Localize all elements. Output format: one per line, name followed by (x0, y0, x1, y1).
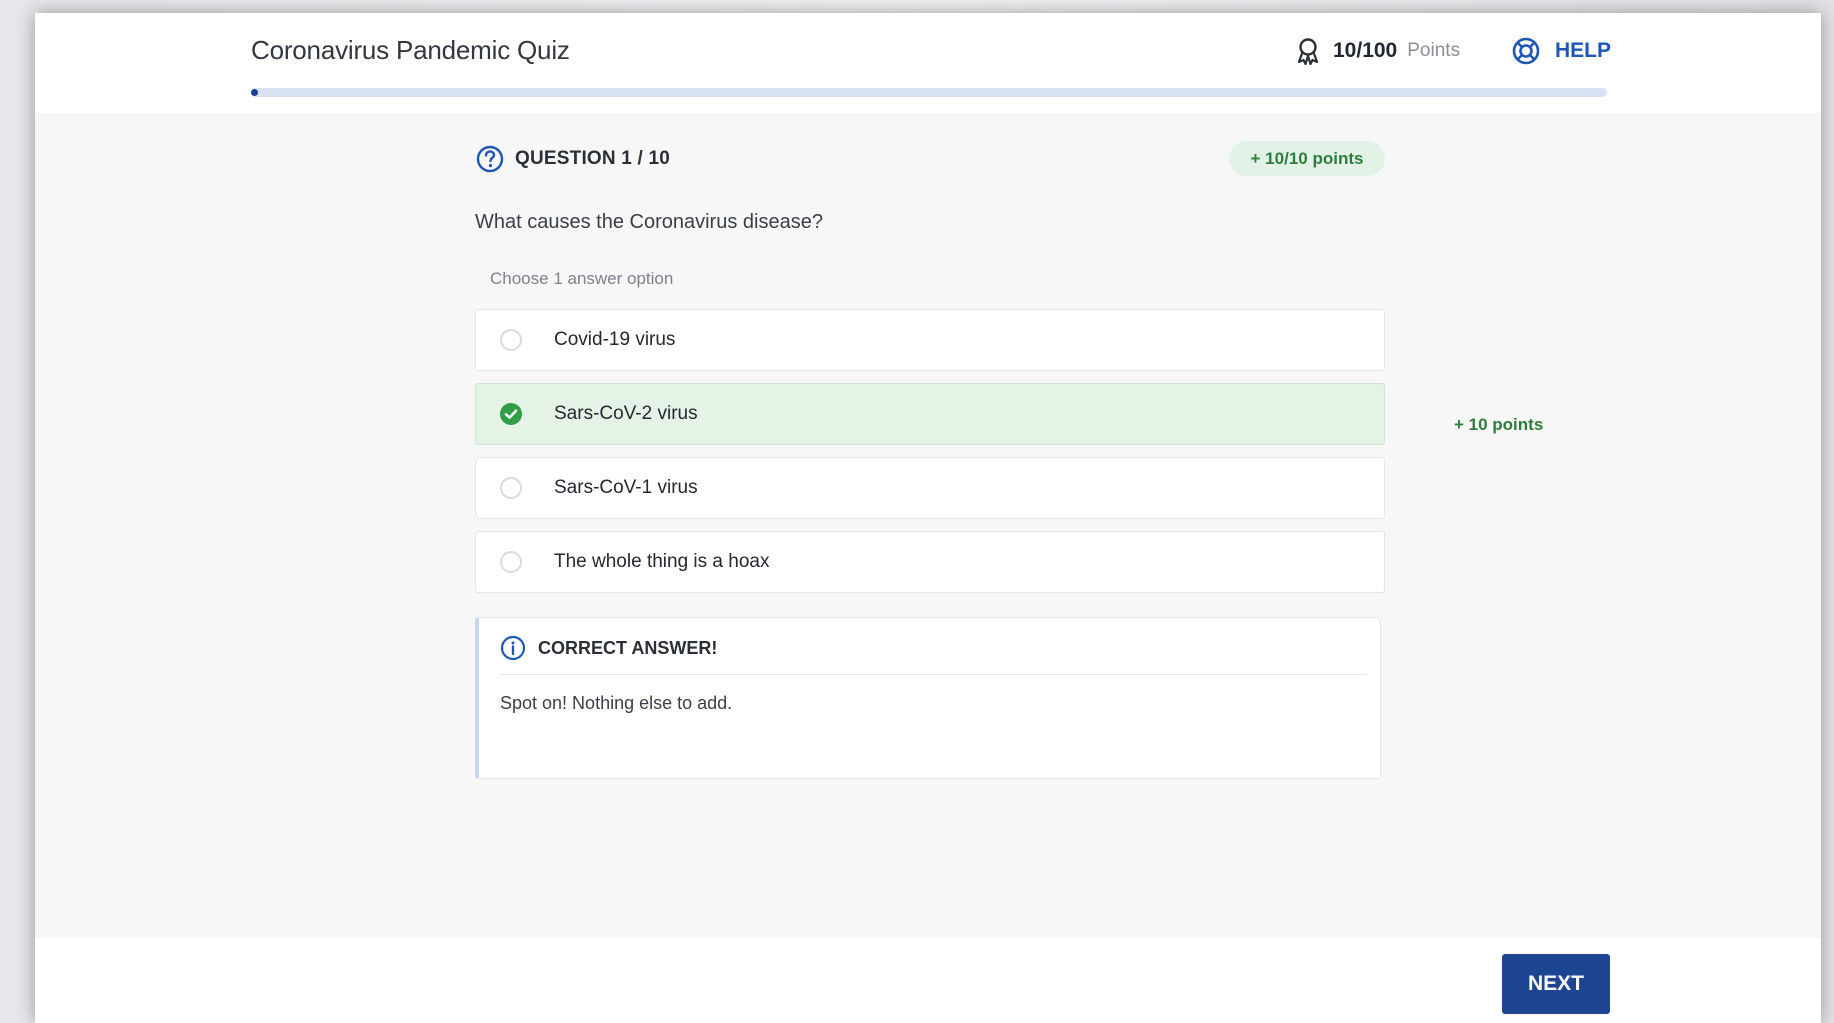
next-button[interactable]: NEXT (1502, 954, 1610, 1014)
answer-option-label: Sars-CoV-2 virus (554, 403, 698, 424)
progress-bar (251, 88, 1607, 97)
earned-points-label: + 10 points (1454, 415, 1544, 434)
question-counter: QUESTION 1 / 10 (515, 148, 671, 169)
answer-option-label: The whole thing is a hoax (554, 551, 770, 572)
footer: NEXT (35, 938, 1821, 1023)
question-text: What causes the Coronavirus disease? (475, 211, 823, 233)
feedback-panel: CORRECT ANSWER! Spot on! Nothing else to… (475, 617, 1381, 779)
help-lifebuoy-icon (1512, 37, 1540, 65)
answer-instruction: Choose 1 answer option (490, 269, 674, 288)
answer-option-selected[interactable]: Sars-CoV-2 virus (475, 383, 1385, 445)
header: Coronavirus Pandemic Quiz 10/100 Points … (35, 13, 1821, 113)
answer-option[interactable]: Sars-CoV-1 virus (475, 457, 1385, 519)
quiz-window: Coronavirus Pandemic Quiz 10/100 Points … (35, 13, 1821, 1023)
award-icon (1297, 38, 1319, 65)
answer-option[interactable]: The whole thing is a hoax (475, 531, 1385, 593)
score-unit: Points (1407, 40, 1461, 61)
score-value: 10/100 (1333, 39, 1398, 62)
check-circle-icon (500, 403, 522, 425)
feedback-text: Spot on! Nothing else to add. (500, 693, 733, 713)
question-circle-icon (476, 145, 504, 173)
answer-option-label: Covid-19 virus (554, 329, 676, 350)
progress-fill (251, 89, 258, 96)
points-badge: + 10/10 points (1229, 141, 1385, 176)
feedback-header: CORRECT ANSWER! (500, 635, 717, 661)
help-label: HELP (1555, 39, 1612, 62)
score-display: 10/100 Points (1295, 37, 1460, 65)
answer-options: Covid-19 virus Sars-CoV-2 virus Sars-CoV… (475, 309, 1385, 605)
radio-button[interactable] (500, 551, 522, 573)
quiz-title: Coronavirus Pandemic Quiz (251, 35, 570, 65)
help-button[interactable]: HELP (1511, 37, 1611, 65)
question-header: QUESTION 1 / 10 (475, 144, 670, 174)
answer-option[interactable]: Covid-19 virus (475, 309, 1385, 371)
radio-button[interactable] (500, 477, 522, 499)
info-icon (500, 635, 526, 661)
divider (500, 674, 1366, 675)
radio-button[interactable] (500, 329, 522, 351)
feedback-title: CORRECT ANSWER! (538, 637, 718, 658)
answer-option-label: Sars-CoV-1 virus (554, 477, 698, 498)
